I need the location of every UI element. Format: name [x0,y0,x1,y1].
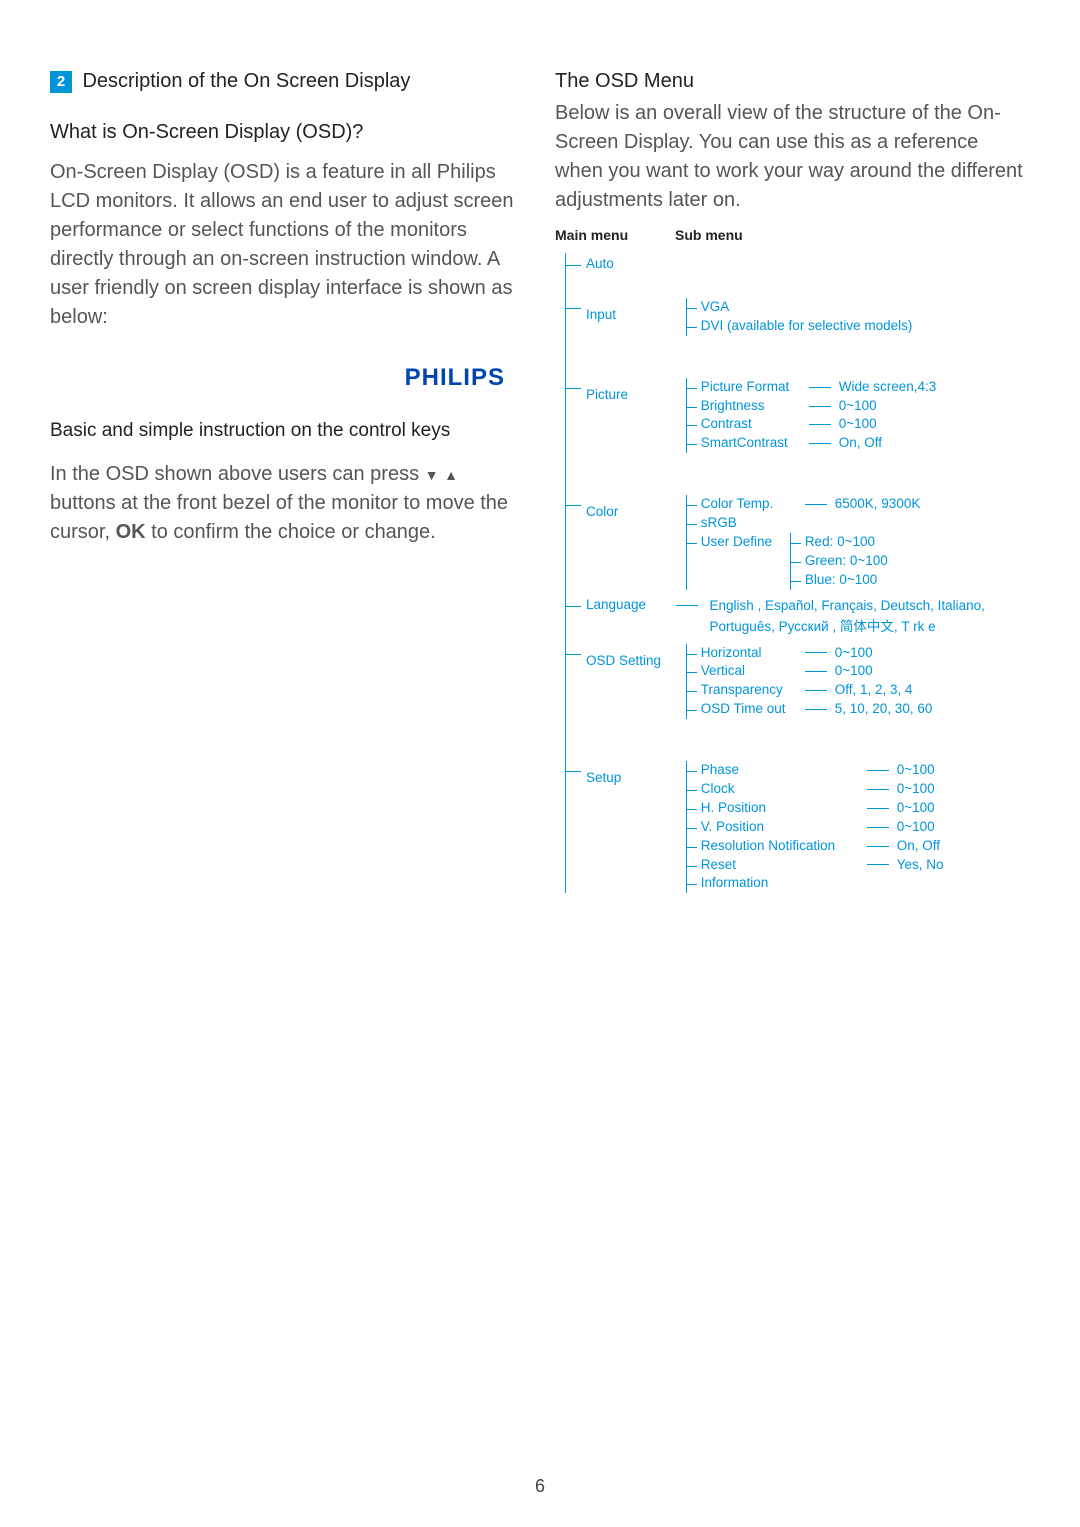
sub-item-hposition: H. Position0~100 [687,799,944,818]
what-is-osd-heading: What is On-Screen Display (OSD)? [50,121,525,144]
sub-item-dvi: DVI (available for selective models) [687,317,913,336]
page-number: 6 [0,1476,1080,1497]
sub-item-reset: ResetYes, No [687,856,944,875]
control-text-3: to confirm the choice or change. [146,521,436,543]
sub-item-transparency: TransparencyOff, 1, 2, 3, 4 [687,681,933,700]
osd-menu-tree: Auto Input VGA DVI (available for select… [555,253,1030,893]
menu-label-picture: Picture [586,378,676,405]
philips-logo: PHILIPS [50,364,505,392]
sub-item-contrast: Contrast0~100 [687,415,937,434]
menu-label-input: Input [586,298,676,325]
sub-item-phase: Phase0~100 [687,761,944,780]
osd-menu-heading: The OSD Menu [555,70,1030,93]
menu-label-setup: Setup [586,761,676,788]
sub-item-user-define: User Define Red: 0~100 Green: 0~100 Blue… [687,533,921,590]
what-is-osd-body: On-Screen Display (OSD) is a feature in … [50,158,525,332]
menu-item-osd-setting: OSD Setting Horizontal0~100 Vertical0~10… [566,644,1030,720]
menu-label-color: Color [586,495,676,522]
language-values-line1: English , Español, Français, Deutsch, It… [710,598,985,613]
sub-item-osd-timeout: OSD Time out5, 10, 20, 30, 60 [687,700,933,719]
section-title: Description of the On Screen Display [82,70,410,92]
menu-item-picture: Picture Picture FormatWide screen,4:3 Br… [566,378,1030,454]
ok-label: OK [116,521,146,543]
sub-item-brightness: Brightness0~100 [687,397,937,416]
sub-item-vertical: Vertical0~100 [687,662,933,681]
menu-item-setup: Setup Phase0~100 Clock0~100 H. Position0… [566,761,1030,893]
language-values-line2: Português, Русский , 简体中文, T rk e [710,619,936,634]
osd-menu-body: Below is an overall view of the structur… [555,99,1030,215]
up-triangle-icon: ▲ [444,467,458,483]
sub-item-blue: Blue: 0~100 [791,571,888,590]
header-main-menu: Main menu [555,227,675,243]
control-text-1: In the OSD shown above users can press [50,463,425,485]
section-header: 2 Description of the On Screen Display [50,70,525,93]
section-number-badge: 2 [50,71,72,93]
sub-item-color-temp: Color Temp.6500K, 9300K [687,495,921,514]
menu-item-language: Language English , Español, Français, De… [566,596,1030,638]
menu-column-headers: Main menu Sub menu [555,227,1030,243]
sub-item-green: Green: 0~100 [791,552,888,571]
sub-item-srgb: sRGB [687,514,921,533]
menu-label-osd-setting: OSD Setting [586,644,676,671]
control-keys-body: In the OSD shown above users can press ▼… [50,460,525,547]
down-triangle-icon: ▼ [425,467,439,483]
sub-item-red: Red: 0~100 [791,533,888,552]
menu-item-auto: Auto [566,255,1030,274]
menu-label-auto: Auto [586,255,676,274]
menu-label-language: Language [586,596,676,615]
sub-item-picture-format: Picture FormatWide screen,4:3 [687,378,937,397]
sub-item-vposition: V. Position0~100 [687,818,944,837]
header-sub-menu: Sub menu [675,227,743,243]
menu-item-input: Input VGA DVI (available for selective m… [566,298,1030,336]
sub-item-clock: Clock0~100 [687,780,944,799]
sub-item-resolution-notif: Resolution NotificationOn, Off [687,837,944,856]
control-keys-heading: Basic and simple instruction on the cont… [50,420,525,442]
sub-item-information: Information [687,874,944,893]
sub-item-horizontal: Horizontal0~100 [687,644,933,663]
sub-item-vga: VGA [687,298,913,317]
sub-item-smartcontrast: SmartContrastOn, Off [687,434,937,453]
menu-item-color: Color Color Temp.6500K, 9300K sRGB User … [566,495,1030,589]
